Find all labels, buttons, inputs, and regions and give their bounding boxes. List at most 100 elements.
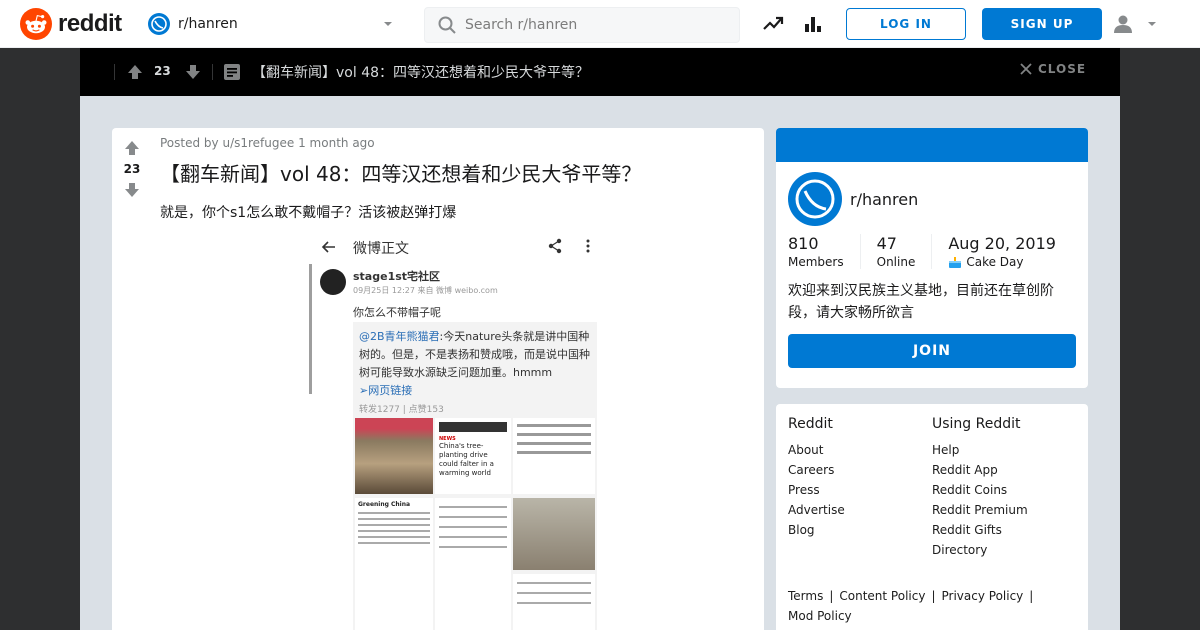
join-button[interactable]: JOIN bbox=[788, 334, 1076, 368]
legal-links: Terms | Content Policy | Privacy Policy | Mod… bbox=[788, 586, 1078, 626]
divider bbox=[114, 64, 115, 80]
article-thumb: NEWS China's tree-planting drive could f… bbox=[435, 418, 511, 494]
post-bar-title: 【翻车新闻】vol 48：四等汉还想着和少民大爷平等？ bbox=[252, 65, 590, 81]
footer-link-reddit-coins[interactable]: Reddit Coins bbox=[932, 480, 1028, 500]
post-title[interactable]: 【翻车新闻】vol 48：四等汉还想着和少民大爷平等？ bbox=[160, 158, 750, 187]
cake-day-stat: Aug 20, 2019 Cake Day bbox=[931, 234, 1072, 269]
footer-col-title: Reddit bbox=[788, 416, 833, 432]
footer-link-blog[interactable]: Blog bbox=[788, 520, 845, 540]
chevron-down-icon bbox=[1148, 22, 1156, 26]
online-stat: 47 Online bbox=[859, 234, 932, 269]
weibo-header-title: 微博正文 bbox=[353, 241, 409, 257]
community-icon bbox=[148, 13, 170, 35]
upvote-icon[interactable] bbox=[125, 62, 145, 82]
post-top-bar: 23 【翻车新闻】vol 48：四等汉还想着和少民大爷平等？ CLOSE bbox=[80, 48, 1120, 96]
post-time[interactable]: 1 month ago bbox=[298, 136, 375, 150]
divider: | bbox=[931, 589, 936, 603]
reddit-wordmark: reddit bbox=[58, 10, 122, 37]
cake-day-date: Aug 20, 2019 bbox=[948, 234, 1056, 253]
members-count: 810 bbox=[788, 234, 819, 253]
sign-up-button[interactable]: SIGN UP bbox=[982, 8, 1102, 40]
weibo-link-icon: ➢ bbox=[359, 384, 369, 397]
close-label: CLOSE bbox=[1038, 62, 1087, 76]
post-score: 23 bbox=[154, 64, 171, 78]
farmers-photo bbox=[513, 498, 595, 570]
community-banner bbox=[776, 128, 1088, 162]
posted-by-label: Posted by bbox=[160, 136, 219, 150]
footer-link-directory[interactable]: Directory bbox=[932, 540, 1028, 560]
post-icon bbox=[224, 64, 240, 80]
footer-link-mod-policy[interactable]: Mod Policy bbox=[788, 609, 852, 623]
weibo-body: stage1st宅社区 09月25日 12:27 来自 微博 weibo.com… bbox=[309, 264, 607, 630]
reddit-logo[interactable]: reddit bbox=[20, 8, 122, 40]
more-icon bbox=[586, 239, 590, 253]
desert-photo bbox=[355, 418, 433, 494]
footer-link-content-policy[interactable]: Content Policy bbox=[839, 589, 925, 603]
community-name: r/hanren bbox=[178, 16, 238, 32]
weibo-date: 09月25日 12:27 来自 微博 weibo.com bbox=[353, 286, 498, 295]
footer-link-privacy-policy[interactable]: Privacy Policy bbox=[942, 589, 1024, 603]
community-dropdown[interactable]: r/hanren bbox=[140, 7, 410, 41]
post-author-link[interactable]: u/s1refugee bbox=[222, 136, 294, 150]
community-description: 欢迎来到汉民族主义基地，目前还在草创阶段，请大家畅所欲言 bbox=[788, 283, 1054, 321]
log-in-button[interactable]: LOG IN bbox=[846, 8, 966, 40]
online-count: 47 bbox=[876, 234, 897, 253]
article-section: Greening China bbox=[358, 501, 411, 508]
footer-link-about[interactable]: About bbox=[788, 440, 845, 460]
footer-col-title: Using Reddit bbox=[932, 416, 1021, 432]
weibo-header: 微博正文 bbox=[309, 230, 607, 264]
footer-link-terms[interactable]: Terms bbox=[788, 589, 823, 603]
footer-link-press[interactable]: Press bbox=[788, 480, 845, 500]
cake-day-label: Cake Day bbox=[966, 255, 1024, 269]
footer-col-reddit: Reddit About Careers Press Advertise Blo… bbox=[788, 416, 845, 540]
post-image[interactable]: 微博正文 stage1st宅社区 09月25日 12:27 来自 微博 weib… bbox=[309, 230, 607, 630]
community-name[interactable]: r/hanren bbox=[850, 190, 918, 209]
upvote-icon[interactable] bbox=[122, 138, 142, 158]
cake-icon bbox=[949, 257, 962, 268]
article-more-thumb bbox=[513, 574, 595, 630]
post-body: 就是，你个s1怎么敢不戴帽子？活该被赵弹打爆 bbox=[160, 205, 457, 221]
article-text-thumb bbox=[513, 418, 595, 494]
footer-link-careers[interactable]: Careers bbox=[788, 460, 845, 480]
post-meta: Posted by u/s1refugee 1 month ago bbox=[160, 136, 375, 150]
search-bar bbox=[424, 7, 740, 43]
article-section-thumb: Greening China bbox=[355, 498, 433, 630]
footer-link-help[interactable]: Help bbox=[932, 440, 1028, 460]
article-body-thumb bbox=[435, 498, 511, 630]
user-icon bbox=[1114, 15, 1132, 33]
weibo-account: stage1st宅社区 bbox=[353, 270, 441, 283]
scroll-indicator bbox=[309, 264, 312, 394]
close-icon bbox=[1020, 63, 1032, 75]
vote-column: 23 bbox=[112, 128, 152, 200]
top-header: reddit r/hanren LOG IN SIGN UP bbox=[0, 0, 1200, 48]
members-stat: 810 Members bbox=[788, 234, 860, 269]
account-avatar bbox=[320, 269, 346, 295]
members-label: Members bbox=[788, 255, 844, 269]
trending-icon[interactable] bbox=[762, 13, 784, 35]
community-avatar-icon[interactable] bbox=[788, 172, 842, 226]
weibo-counts: 转发1277 | 点赞153 bbox=[359, 405, 444, 415]
search-icon bbox=[438, 16, 456, 34]
footer-col-using-reddit: Using Reddit Help Reddit App Reddit Coin… bbox=[932, 416, 1028, 560]
article-headline: China's tree-planting drive could falter… bbox=[439, 442, 494, 477]
search-input[interactable] bbox=[465, 17, 725, 33]
footer-link-reddit-premium[interactable]: Reddit Premium bbox=[932, 500, 1028, 520]
share-icon bbox=[548, 238, 562, 254]
footer-link-reddit-gifts[interactable]: Reddit Gifts bbox=[932, 520, 1028, 540]
downvote-icon[interactable] bbox=[122, 180, 142, 200]
weibo-comment: 你怎么不带帽子呢 bbox=[353, 306, 441, 319]
stats-icon[interactable] bbox=[802, 13, 824, 35]
weibo-link: 网页链接 bbox=[368, 384, 413, 397]
reddit-logo-icon bbox=[20, 8, 52, 40]
close-button[interactable]: CLOSE bbox=[1020, 62, 1086, 76]
footer-link-advertise[interactable]: Advertise bbox=[788, 500, 845, 520]
weibo-screenshot: 微博正文 stage1st宅社区 09月25日 12:27 来自 微博 weib… bbox=[309, 230, 607, 630]
downvote-icon[interactable] bbox=[183, 62, 203, 82]
vote-score: 23 bbox=[123, 162, 141, 176]
footer-link-reddit-app[interactable]: Reddit App bbox=[932, 460, 1028, 480]
weibo-mention: @2B青年熊猫君 bbox=[359, 330, 440, 343]
divider: | bbox=[1029, 589, 1034, 603]
content-area: 23 Posted by u/s1refugee 1 month ago 【翻车… bbox=[80, 96, 1120, 630]
divider: | bbox=[829, 589, 834, 603]
user-menu-dropdown[interactable] bbox=[1112, 12, 1162, 36]
